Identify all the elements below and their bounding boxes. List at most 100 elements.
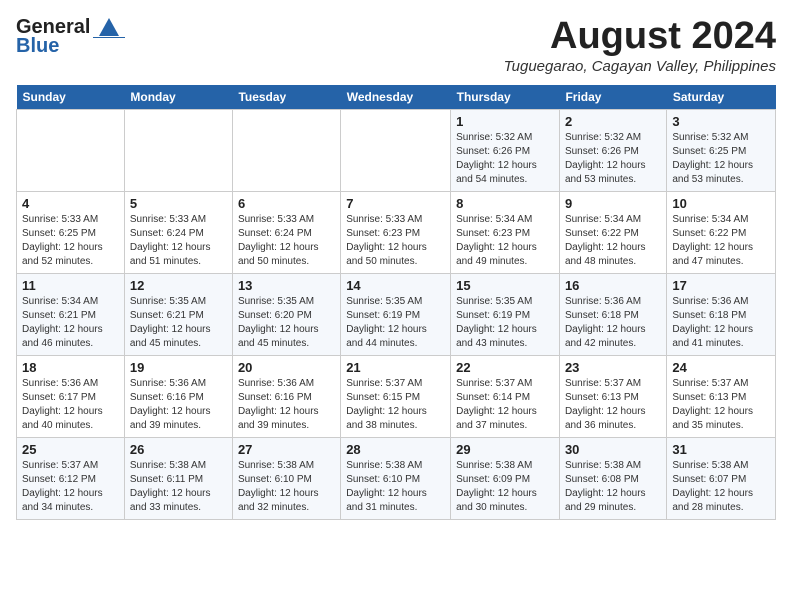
day-info: Sunrise: 5:37 AM Sunset: 6:13 PM Dayligh… — [565, 377, 661, 433]
day-number: 14 — [346, 278, 445, 293]
calendar-cell: 12 Sunrise: 5:35 AM Sunset: 6:21 PM Dayli… — [124, 273, 232, 355]
title-area: August 2024 Tuguegarao, Cagayan Valley, … — [504, 16, 776, 75]
day-number: 15 — [456, 278, 554, 293]
day-info: Sunrise: 5:36 AM Sunset: 6:16 PM Dayligh… — [238, 377, 335, 433]
calendar-cell — [232, 109, 340, 191]
day-number: 7 — [346, 196, 445, 211]
day-info: Sunrise: 5:35 AM Sunset: 6:19 PM Dayligh… — [456, 295, 554, 351]
day-info: Sunrise: 5:34 AM Sunset: 6:22 PM Dayligh… — [672, 213, 770, 269]
calendar-cell: 21 Sunrise: 5:37 AM Sunset: 6:15 PM Dayli… — [341, 355, 451, 437]
day-number: 2 — [565, 114, 661, 129]
day-number: 26 — [130, 442, 227, 457]
calendar-cell: 27 Sunrise: 5:38 AM Sunset: 6:10 PM Dayli… — [232, 437, 340, 519]
day-number: 31 — [672, 442, 770, 457]
day-number: 23 — [565, 360, 661, 375]
calendar-cell: 31Sunrise: 5:38 AM Sunset: 6:07 PM Dayli… — [667, 437, 776, 519]
day-number: 5 — [130, 196, 227, 211]
day-info: Sunrise: 5:38 AM Sunset: 6:10 PM Dayligh… — [346, 459, 445, 515]
day-number: 27 — [238, 442, 335, 457]
calendar-cell — [124, 109, 232, 191]
calendar-week-row: 25 Sunrise: 5:37 AM Sunset: 6:12 PM Dayli… — [17, 437, 776, 519]
day-number: 17 — [672, 278, 770, 293]
calendar-cell — [17, 109, 125, 191]
day-number: 16 — [565, 278, 661, 293]
calendar-cell: 23 Sunrise: 5:37 AM Sunset: 6:13 PM Dayli… — [559, 355, 666, 437]
calendar-cell: 1 Sunrise: 5:32 AM Sunset: 6:26 PM Daylig… — [451, 109, 560, 191]
calendar-week-row: 1 Sunrise: 5:32 AM Sunset: 6:26 PM Daylig… — [17, 109, 776, 191]
day-number: 30 — [565, 442, 661, 457]
day-info: Sunrise: 5:35 AM Sunset: 6:21 PM Dayligh… — [130, 295, 227, 351]
day-info: Sunrise: 5:36 AM Sunset: 6:16 PM Dayligh… — [130, 377, 227, 433]
day-info: Sunrise: 5:32 AM Sunset: 6:26 PM Dayligh… — [565, 131, 661, 187]
calendar-week-row: 18Sunrise: 5:36 AM Sunset: 6:17 PM Dayli… — [17, 355, 776, 437]
calendar-cell: 11 Sunrise: 5:34 AM Sunset: 6:21 PM Dayli… — [17, 273, 125, 355]
day-number: 29 — [456, 442, 554, 457]
calendar-cell: 20 Sunrise: 5:36 AM Sunset: 6:16 PM Dayli… — [232, 355, 340, 437]
day-number: 19 — [130, 360, 227, 375]
day-info: Sunrise: 5:36 AM Sunset: 6:18 PM Dayligh… — [672, 295, 770, 351]
logo-blue-text: Blue — [16, 35, 59, 58]
month-year-title: August 2024 — [504, 16, 776, 58]
calendar-cell: 17 Sunrise: 5:36 AM Sunset: 6:18 PM Dayli… — [667, 273, 776, 355]
day-number: 6 — [238, 196, 335, 211]
calendar-week-row: 4 Sunrise: 5:33 AM Sunset: 6:25 PM Daylig… — [17, 191, 776, 273]
calendar-cell: 15 Sunrise: 5:35 AM Sunset: 6:19 PM Dayli… — [451, 273, 560, 355]
col-monday: Monday — [124, 85, 232, 110]
day-info: Sunrise: 5:32 AM Sunset: 6:25 PM Dayligh… — [672, 131, 770, 187]
col-wednesday: Wednesday — [341, 85, 451, 110]
calendar-table: Sunday Monday Tuesday Wednesday Thursday… — [16, 85, 776, 520]
day-info: Sunrise: 5:33 AM Sunset: 6:24 PM Dayligh… — [238, 213, 335, 269]
calendar-cell: 25 Sunrise: 5:37 AM Sunset: 6:12 PM Dayli… — [17, 437, 125, 519]
day-info: Sunrise: 5:33 AM Sunset: 6:25 PM Dayligh… — [22, 213, 119, 269]
calendar-cell: 3 Sunrise: 5:32 AM Sunset: 6:25 PM Daylig… — [667, 109, 776, 191]
calendar-cell: 22Sunrise: 5:37 AM Sunset: 6:14 PM Dayli… — [451, 355, 560, 437]
calendar-cell: 4 Sunrise: 5:33 AM Sunset: 6:25 PM Daylig… — [17, 191, 125, 273]
day-number: 12 — [130, 278, 227, 293]
calendar-cell: 8 Sunrise: 5:34 AM Sunset: 6:23 PM Daylig… — [451, 191, 560, 273]
calendar-cell: 10 Sunrise: 5:34 AM Sunset: 6:22 PM Dayli… — [667, 191, 776, 273]
col-thursday: Thursday — [451, 85, 560, 110]
calendar-cell — [341, 109, 451, 191]
calendar-cell: 16 Sunrise: 5:36 AM Sunset: 6:18 PM Dayli… — [559, 273, 666, 355]
day-number: 8 — [456, 196, 554, 211]
day-number: 1 — [456, 114, 554, 129]
location-subtitle: Tuguegarao, Cagayan Valley, Philippines — [504, 58, 776, 75]
calendar-week-row: 11 Sunrise: 5:34 AM Sunset: 6:21 PM Dayli… — [17, 273, 776, 355]
day-info: Sunrise: 5:37 AM Sunset: 6:15 PM Dayligh… — [346, 377, 445, 433]
day-info: Sunrise: 5:34 AM Sunset: 6:22 PM Dayligh… — [565, 213, 661, 269]
day-number: 25 — [22, 442, 119, 457]
calendar-cell: 14Sunrise: 5:35 AM Sunset: 6:19 PM Dayli… — [341, 273, 451, 355]
col-friday: Friday — [559, 85, 666, 110]
day-info: Sunrise: 5:38 AM Sunset: 6:11 PM Dayligh… — [130, 459, 227, 515]
day-info: Sunrise: 5:33 AM Sunset: 6:23 PM Dayligh… — [346, 213, 445, 269]
day-info: Sunrise: 5:38 AM Sunset: 6:10 PM Dayligh… — [238, 459, 335, 515]
calendar-cell: 18Sunrise: 5:36 AM Sunset: 6:17 PM Dayli… — [17, 355, 125, 437]
calendar-cell: 28Sunrise: 5:38 AM Sunset: 6:10 PM Dayli… — [341, 437, 451, 519]
calendar-cell: 9Sunrise: 5:34 AM Sunset: 6:22 PM Daylig… — [559, 191, 666, 273]
day-number: 24 — [672, 360, 770, 375]
calendar-cell: 5 Sunrise: 5:33 AM Sunset: 6:24 PM Daylig… — [124, 191, 232, 273]
day-info: Sunrise: 5:35 AM Sunset: 6:20 PM Dayligh… — [238, 295, 335, 351]
day-number: 21 — [346, 360, 445, 375]
day-info: Sunrise: 5:32 AM Sunset: 6:26 PM Dayligh… — [456, 131, 554, 187]
day-info: Sunrise: 5:34 AM Sunset: 6:21 PM Dayligh… — [22, 295, 119, 351]
calendar-cell: 26 Sunrise: 5:38 AM Sunset: 6:11 PM Dayli… — [124, 437, 232, 519]
day-info: Sunrise: 5:36 AM Sunset: 6:18 PM Dayligh… — [565, 295, 661, 351]
day-number: 4 — [22, 196, 119, 211]
logo-icon — [93, 16, 125, 38]
day-number: 10 — [672, 196, 770, 211]
calendar-cell: 13 Sunrise: 5:35 AM Sunset: 6:20 PM Dayli… — [232, 273, 340, 355]
page-header: General Blue August 2024 Tuguegarao, Cag… — [16, 16, 776, 75]
day-number: 11 — [22, 278, 119, 293]
day-number: 20 — [238, 360, 335, 375]
day-info: Sunrise: 5:37 AM Sunset: 6:12 PM Dayligh… — [22, 459, 119, 515]
logo: General Blue — [16, 16, 125, 58]
day-info: Sunrise: 5:38 AM Sunset: 6:09 PM Dayligh… — [456, 459, 554, 515]
day-number: 22 — [456, 360, 554, 375]
day-info: Sunrise: 5:34 AM Sunset: 6:23 PM Dayligh… — [456, 213, 554, 269]
day-info: Sunrise: 5:36 AM Sunset: 6:17 PM Dayligh… — [22, 377, 119, 433]
col-sunday: Sunday — [17, 85, 125, 110]
day-number: 3 — [672, 114, 770, 129]
day-number: 13 — [238, 278, 335, 293]
day-info: Sunrise: 5:33 AM Sunset: 6:24 PM Dayligh… — [130, 213, 227, 269]
